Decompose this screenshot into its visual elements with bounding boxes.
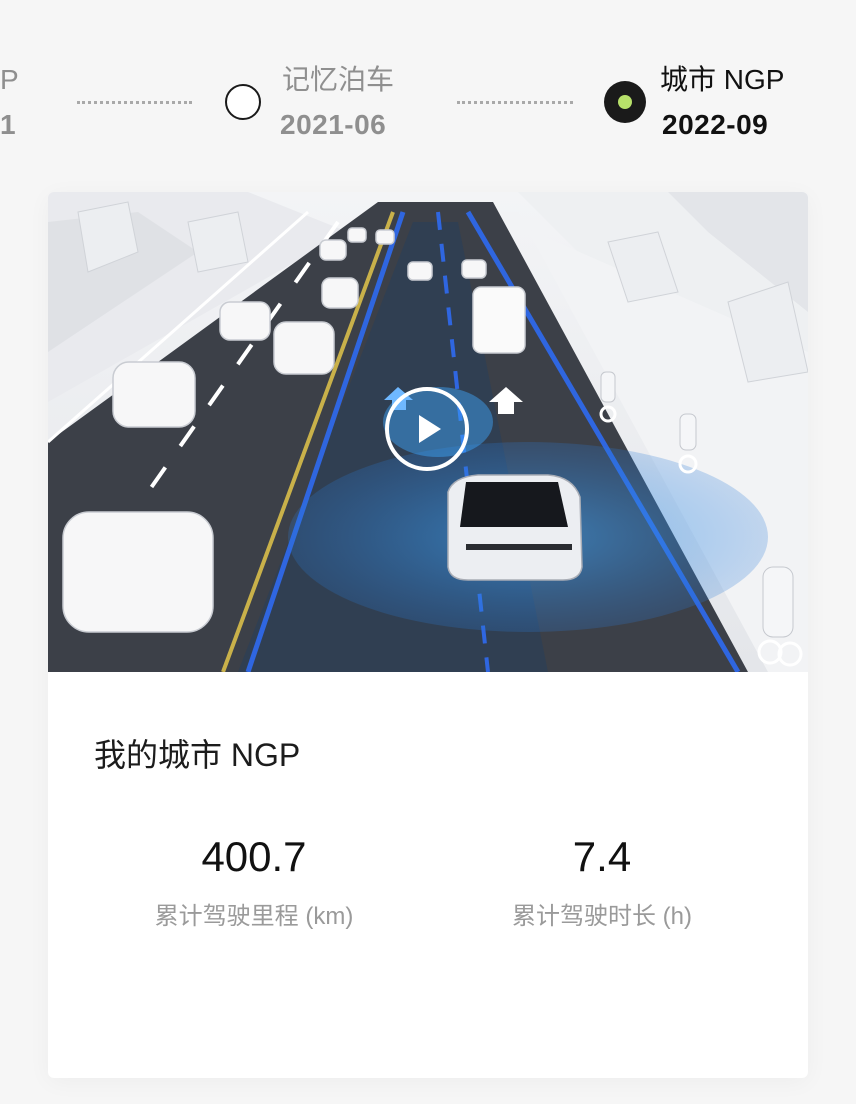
stat-mileage: 400.7 累计驾驶里程 (km) [104,832,404,932]
ngp-summary-card: 我的城市 NGP 400.7 累计驾驶里程 (km) 7.4 累计驾驶时长 (h… [48,192,808,1078]
timeline-node-active-icon [604,81,646,123]
timeline-connector [77,101,192,104]
timeline-prev-title: P [0,64,19,95]
timeline-node-completed-icon [225,84,261,120]
stat-value: 7.4 [572,833,632,880]
feature-timeline: P 1 记忆泊车 2021-06 城市 NGP 2022-09 [0,0,856,160]
card-title: 我的城市 NGP [94,737,301,773]
timeline-item-date-active: 2022-09 [662,109,769,140]
stat-label: 累计驾驶时长 (h) [512,903,692,930]
play-icon [419,415,441,443]
stat-label: 累计驾驶里程 (km) [154,903,354,930]
timeline-item-title-active[interactable]: 城市 NGP [660,62,784,98]
video-thumbnail[interactable] [48,192,808,674]
timeline-item-title[interactable]: 记忆泊车 [282,62,394,98]
timeline-connector [457,101,573,104]
timeline-item-date: 2021-06 [280,109,387,140]
stat-duration: 7.4 累计驾驶时长 (h) [452,832,752,932]
timeline-prev-date: 1 [0,109,17,140]
play-button[interactable] [385,387,469,471]
stat-value: 400.7 [201,833,307,880]
